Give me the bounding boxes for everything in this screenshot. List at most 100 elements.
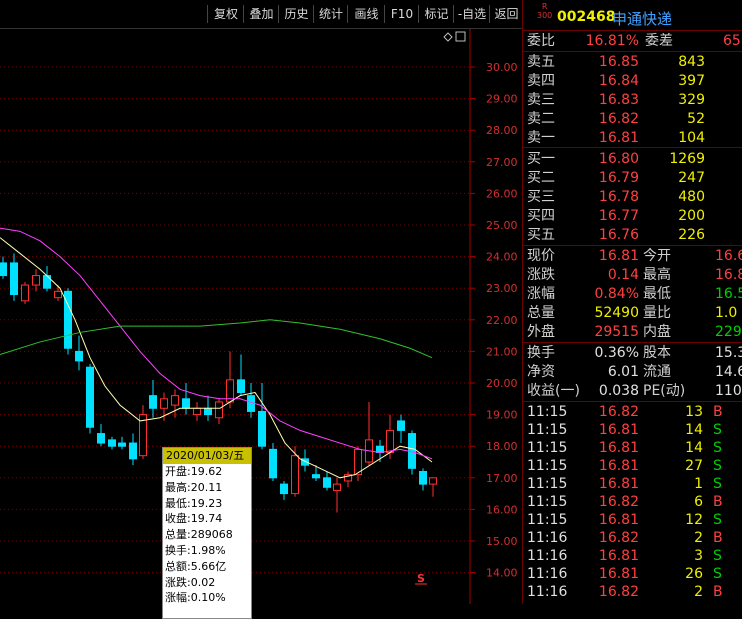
stat-value: 110: [715, 383, 742, 399]
toolbar-item-3[interactable]: 统计: [313, 5, 348, 23]
candle-body: [193, 407, 201, 416]
toolbar-item-6[interactable]: 标记: [418, 5, 454, 23]
tick-price: 16.81: [598, 440, 639, 456]
bid-price: 16.77: [598, 208, 639, 224]
tick-row: 11:16 16.82 2 B: [523, 583, 742, 601]
tick-price: 16.82: [598, 494, 639, 510]
ask-row: 卖三 16.83 329: [523, 91, 742, 109]
candle-body: [215, 401, 223, 419]
tick-side: S: [713, 440, 722, 456]
quote-header: R 300 002468 申通快递: [523, 0, 742, 31]
chart-toolbar: 复权 叠加 历史 统计 画线 F10 标记 -自选 返回: [0, 0, 522, 29]
candle-body: [43, 275, 51, 289]
tick-time: 11:15: [527, 476, 568, 492]
ask-volume: 104: [678, 130, 705, 146]
stat-label: 涨跌: [527, 267, 555, 283]
kline-chart-area[interactable]: 30.00 29.00 28.00 27.00 26.00 25.00 24.00 23.00…: [0, 29, 522, 619]
bid-volume: 226: [678, 227, 705, 243]
quote-panel: R 300 002468 申通快递 委比 16.81% 委差 65 卖五 16.85 843 卖…: [522, 0, 742, 604]
divider: [523, 147, 742, 148]
stat-value: 1.0: [715, 305, 738, 321]
stat-label: 股本: [643, 345, 671, 361]
candle-body: [108, 439, 116, 447]
y-axis-label: 20.00: [486, 377, 518, 390]
toolbar-item-8[interactable]: 返回: [489, 5, 523, 23]
stat-value: 14.6: [715, 364, 742, 380]
stat-label: 净资: [527, 364, 555, 380]
tick-time: 11:16: [527, 566, 568, 582]
y-axis-label: 18.00: [486, 440, 518, 453]
tick-volume: 13: [685, 404, 703, 420]
tick-row: 11:15 16.81 14 S: [523, 421, 742, 439]
tooltip-row: 最高:20.11: [165, 480, 223, 494]
tick-side: B: [713, 494, 723, 510]
ask-label: 卖四: [527, 73, 555, 89]
toolbar-item-0[interactable]: 复权: [207, 5, 244, 23]
stat-label: 现价: [527, 248, 555, 264]
tick-time: 11:15: [527, 512, 568, 528]
weibi-row: 委比 16.81% 委差 65: [523, 32, 742, 50]
weicha-value: 65: [723, 33, 741, 49]
diamond-icon: [443, 32, 453, 42]
divider: [523, 51, 742, 52]
tick-side: S: [713, 548, 722, 564]
candle-body: [21, 284, 29, 302]
stat-value: 2297: [715, 324, 742, 340]
stat-value: 6.01: [607, 364, 639, 380]
tick-row: 11:15 16.81 12 S: [523, 511, 742, 529]
bid-label: 买三: [527, 189, 555, 205]
tick-row: 11:16 16.81 26 S: [523, 565, 742, 583]
tick-volume: 6: [694, 494, 703, 510]
ask-volume: 329: [678, 92, 705, 108]
bid-volume: 1269: [669, 151, 705, 167]
candle-body: [312, 474, 320, 479]
tick-price: 16.81: [598, 422, 639, 438]
tick-volume: 26: [685, 566, 703, 582]
candle-body: [54, 290, 62, 299]
candle-body: [429, 477, 437, 485]
tick-volume: 3: [694, 548, 703, 564]
bid-label: 买五: [527, 227, 555, 243]
stat-label: 换手: [527, 345, 555, 361]
candle-body: [160, 398, 168, 409]
divider: [523, 401, 742, 402]
candle-body: [291, 455, 299, 495]
candle-body: [10, 262, 18, 296]
tick-side: B: [713, 404, 723, 420]
ask-price: 16.85: [598, 54, 639, 70]
tick-volume: 14: [685, 440, 703, 456]
tick-side: B: [713, 530, 723, 546]
candle-body: [323, 477, 331, 488]
toolbar-item-7[interactable]: -自选: [453, 5, 490, 23]
tick-volume: 1: [694, 476, 703, 492]
stat-label: 涨幅: [527, 286, 555, 302]
divider: [523, 245, 742, 246]
toolbar-item-1[interactable]: 叠加: [243, 5, 279, 23]
bid-row: 买四 16.77 200: [523, 207, 742, 225]
candle-body: [129, 442, 137, 460]
weibi-label: 委比: [527, 33, 555, 49]
ask-price: 16.84: [598, 73, 639, 89]
tooltip-row: 涨跌:0.02: [165, 575, 216, 589]
candle-body: [258, 410, 266, 447]
stat-value: 0.84%: [594, 286, 639, 302]
candle-body: [269, 448, 277, 479]
stat-label: 总量: [527, 305, 555, 321]
tick-side: S: [713, 458, 722, 474]
bid-price: 16.78: [598, 189, 639, 205]
ask-volume: 52: [687, 111, 705, 127]
stat-label: 外盘: [527, 324, 555, 340]
divider: [523, 342, 742, 343]
toolbar-item-2[interactable]: 历史: [278, 5, 314, 23]
tick-time: 11:16: [527, 530, 568, 546]
stat-value: 16.81: [598, 248, 639, 264]
toolbar-item-4[interactable]: 画线: [347, 5, 385, 23]
tick-side: S: [713, 566, 722, 582]
tick-time: 11:16: [527, 584, 568, 600]
stat-row: 涨幅 0.84% 最低 16.5: [523, 285, 742, 303]
ask-row: 卖五 16.85 843: [523, 53, 742, 71]
stat-value: 0.038: [598, 383, 639, 399]
kline-chart[interactable]: 30.00 29.00 28.00 27.00 26.00 25.00 24.00 23.00…: [0, 29, 522, 604]
toolbar-item-5[interactable]: F10: [384, 5, 419, 23]
tooltip-row: 收盘:19.74: [165, 512, 223, 526]
